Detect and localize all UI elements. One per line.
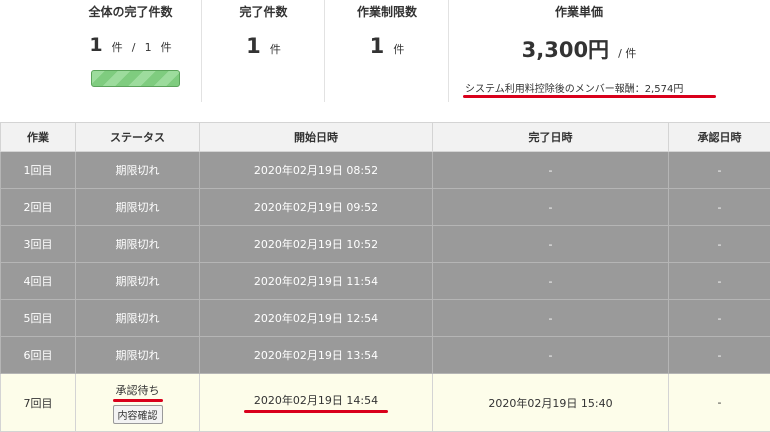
start-cell: 2020年02月19日 11:54: [200, 263, 433, 300]
unit-price-value: 3,300円 / 件: [449, 34, 709, 64]
approved-cell: -: [669, 189, 770, 226]
approved-cell: -: [669, 263, 770, 300]
task-cell: 7回目: [1, 374, 76, 432]
header-status: ステータス: [76, 123, 200, 152]
limit-unit: 件: [393, 43, 404, 56]
status-cell: 期限切れ: [76, 300, 200, 337]
header-start: 開始日時: [200, 123, 433, 152]
header-approved: 承認日時: [669, 123, 770, 152]
total-completed-value: 1 件 / 1 件: [60, 34, 201, 56]
end-cell: -: [433, 263, 669, 300]
highlight-underline: [463, 95, 716, 98]
task-cell: 5回目: [1, 300, 76, 337]
end-cell: -: [433, 226, 669, 263]
status-highlight-underline: [113, 399, 163, 402]
limit-label: 作業制限数: [325, 3, 449, 20]
start-cell: 2020年02月19日 10:52: [200, 226, 433, 263]
approved-cell: -: [669, 337, 770, 374]
end-cell: -: [433, 300, 669, 337]
completion-progress-bar: [91, 70, 180, 87]
total-unit-1: 件: [112, 41, 123, 54]
end-cell: -: [433, 337, 669, 374]
start-cell: 2020年02月19日 08:52: [200, 152, 433, 189]
completed-count-block: 完了件数 1 件: [201, 0, 325, 102]
status-cell: 期限切れ: [76, 226, 200, 263]
start-cell: 2020年02月19日 13:54: [200, 337, 433, 374]
start-cell: 2020年02月19日 12:54: [200, 300, 433, 337]
approved-cell: -: [669, 226, 770, 263]
task-table: 作業 ステータス 開始日時 完了日時 承認日時 1回目 期限切れ 2020年02…: [0, 122, 770, 432]
task-cell: 6回目: [1, 337, 76, 374]
approved-cell: -: [669, 300, 770, 337]
start-wrap: 2020年02月19日 14:54: [254, 392, 378, 413]
review-content-button[interactable]: 内容確認: [113, 405, 163, 424]
end-cell: -: [433, 152, 669, 189]
table-header-row: 作業 ステータス 開始日時 完了日時 承認日時: [1, 123, 770, 152]
pending-status-wrap: 承認待ち: [116, 382, 160, 402]
status-cell: 期限切れ: [76, 152, 200, 189]
completed-count-label: 完了件数: [202, 3, 325, 20]
table-row: 3回目 期限切れ 2020年02月19日 10:52 - -: [1, 226, 770, 263]
price-unit: / 件: [618, 47, 636, 60]
start-cell: 2020年02月19日 14:54: [200, 374, 433, 432]
total-count: 1: [145, 41, 152, 54]
summary-panel: 全体の完了件数 1 件 / 1 件 完了件数 1 件 作業制限数 1 件 作業単…: [0, 0, 770, 122]
limit-number: 1: [370, 34, 385, 58]
table-row: 1回目 期限切れ 2020年02月19日 08:52 - -: [1, 152, 770, 189]
status-cell: 期限切れ: [76, 263, 200, 300]
end-cell: -: [433, 189, 669, 226]
table-row: 6回目 期限切れ 2020年02月19日 13:54 - -: [1, 337, 770, 374]
completed-number: 1: [246, 34, 261, 58]
total-unit-2: 件: [161, 41, 172, 54]
table-row: 5回目 期限切れ 2020年02月19日 12:54 - -: [1, 300, 770, 337]
task-cell: 2回目: [1, 189, 76, 226]
start-highlight-underline: [244, 410, 388, 413]
total-done-number: 1: [89, 34, 102, 56]
table-row: 4回目 期限切れ 2020年02月19日 11:54 - -: [1, 263, 770, 300]
task-cell: 3回目: [1, 226, 76, 263]
total-completed-label: 全体の完了件数: [60, 3, 201, 20]
pending-start-time: 2020年02月19日 14:54: [254, 392, 378, 408]
member-reward-text: システム利用料控除後のメンバー報酬：2,574円: [465, 80, 683, 95]
limit-value: 1 件: [325, 34, 449, 58]
completed-unit: 件: [270, 43, 281, 56]
task-cell: 4回目: [1, 263, 76, 300]
header-end: 完了日時: [433, 123, 669, 152]
end-cell: 2020年02月19日 15:40: [433, 374, 669, 432]
completed-count-value: 1 件: [202, 34, 325, 58]
pending-status-label: 承認待ち: [116, 382, 160, 398]
start-cell: 2020年02月19日 09:52: [200, 189, 433, 226]
status-cell: 承認待ち 内容確認: [76, 374, 200, 432]
approved-cell: -: [669, 374, 770, 432]
limit-block: 作業制限数 1 件: [324, 0, 449, 102]
header-task: 作業: [1, 123, 76, 152]
approved-cell: -: [669, 152, 770, 189]
unit-price-label: 作業単価: [449, 3, 709, 20]
status-cell: 期限切れ: [76, 337, 200, 374]
total-separator: /: [132, 41, 136, 54]
table-row: 2回目 期限切れ 2020年02月19日 09:52 - -: [1, 189, 770, 226]
task-cell: 1回目: [1, 152, 76, 189]
table-row-pending: 7回目 承認待ち 内容確認 2020年02月19日 14:54 2020年02月…: [1, 374, 770, 432]
price-number: 3,300円: [522, 38, 609, 62]
status-cell: 期限切れ: [76, 189, 200, 226]
